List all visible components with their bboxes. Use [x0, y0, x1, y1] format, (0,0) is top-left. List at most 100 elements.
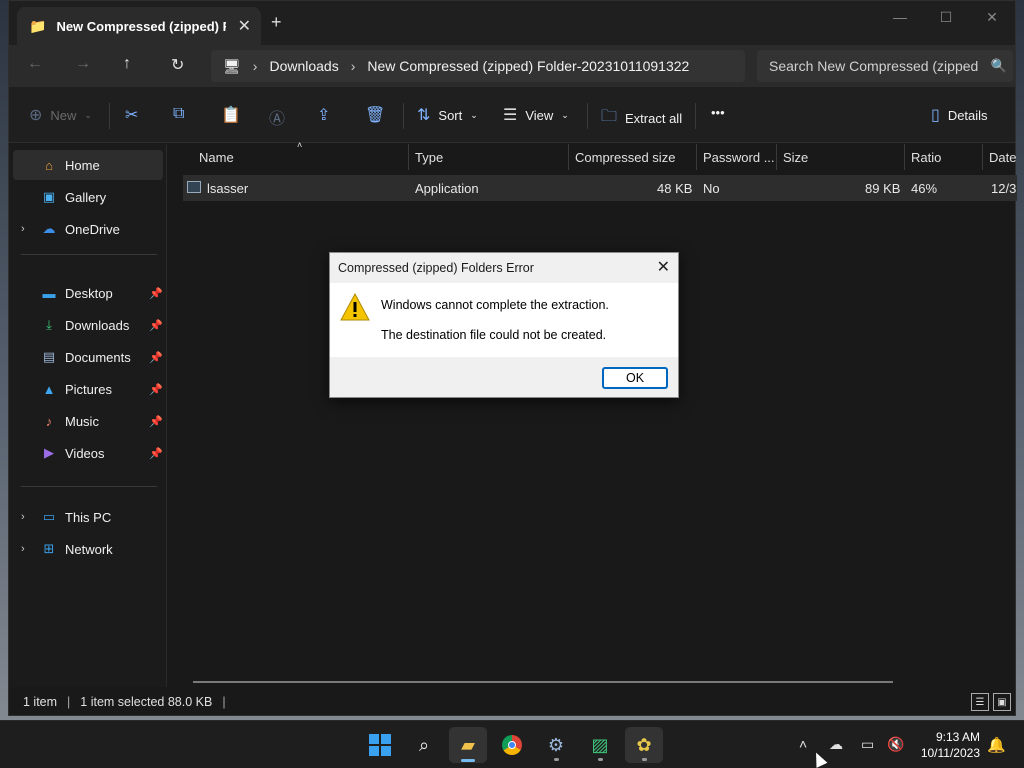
share-button[interactable]: ⇪ — [317, 105, 330, 125]
rename-button[interactable]: Ⓐ — [269, 105, 285, 129]
tiles-view-icon[interactable]: ▣ — [993, 693, 1011, 711]
file-compressed-size: 48 KB — [657, 181, 693, 196]
column-label: Compressed size — [575, 149, 676, 165]
minimize-button[interactable]: — — [877, 1, 923, 33]
new-tab-button[interactable]: + — [271, 12, 282, 33]
search-placeholder: Search New Compressed (zipped — [769, 58, 979, 74]
title-bar: 📁 New Compressed (zipped) Fol ✕ + — ☐ ✕ — [9, 1, 1015, 45]
gear-icon: ⚙ — [547, 734, 565, 755]
up-button[interactable]: ↑ — [123, 55, 131, 73]
file-list: Name ˄ Type Compressed size Password ... … — [167, 140, 1017, 687]
extract-all-button[interactable]: 🗀 Extract all — [601, 105, 682, 132]
forward-button[interactable]: → — [75, 55, 91, 73]
onedrive-tray-icon[interactable]: ☁ — [829, 736, 843, 753]
start-button[interactable] — [361, 727, 399, 763]
chevron-right-icon[interactable]: › — [21, 223, 25, 235]
folder-icon: ▰ — [461, 734, 475, 755]
column-header-ratio[interactable]: Ratio — [905, 144, 983, 170]
breadcrumb-folder[interactable]: New Compressed (zipped) Folder-202310110… — [367, 58, 689, 74]
sidebar-item-label: Home — [65, 157, 100, 173]
sidebar-item-home[interactable]: ⌂ Home — [13, 150, 163, 180]
notification-bell-icon[interactable]: 🔔 — [987, 736, 1006, 754]
column-header-compressed-size[interactable]: Compressed size — [569, 144, 697, 170]
chevron-down-icon: ⌄ — [84, 109, 92, 120]
sidebar-item-downloads[interactable]: ⤓ Downloads 📌 — [13, 310, 163, 340]
details-button[interactable]: ▯ Details — [931, 105, 988, 125]
horizontal-scrollbar[interactable] — [193, 681, 893, 683]
ok-button[interactable]: OK — [602, 367, 668, 389]
dialog-close-icon[interactable]: ✕ — [657, 257, 670, 277]
column-header-name[interactable]: Name ˄ — [193, 140, 409, 170]
chevron-right-icon[interactable]: › — [21, 511, 25, 523]
chevron-right-icon[interactable]: › — [21, 543, 25, 555]
more-options-button[interactable]: ••• — [711, 105, 725, 120]
sidebar-item-videos[interactable]: ▶ Videos 📌 — [13, 438, 163, 468]
delete-button[interactable]: 🗑 — [365, 105, 385, 125]
table-row[interactable]: lsasser Application 48 KB No 89 KB 46% 1… — [183, 175, 1017, 201]
sidebar-item-desktop[interactable]: ▬ Desktop 📌 — [13, 278, 164, 308]
sort-button[interactable]: ⇅ Sort ⌄ — [417, 105, 478, 125]
column-header-size[interactable]: Size — [777, 144, 905, 170]
clock[interactable]: 9:13 AM 10/11/2023 — [921, 729, 980, 761]
file-type: Application — [415, 181, 479, 196]
view-button[interactable]: ☰ View ⌄ — [503, 105, 569, 125]
sidebar-item-pictures[interactable]: ▲ Pictures 📌 — [13, 374, 163, 404]
desktop-icon: ▬ — [42, 285, 56, 301]
maximize-button[interactable]: ☐ — [923, 1, 969, 33]
divider: | — [222, 695, 226, 709]
sidebar-item-gallery[interactable]: ▣ Gallery — [13, 182, 163, 212]
address-bar[interactable]: 🖥 › Downloads › New Compressed (zipped) … — [211, 50, 745, 82]
cut-button[interactable]: ✂ — [125, 105, 138, 125]
sidebar-item-label: Downloads — [65, 317, 130, 333]
back-button[interactable]: ← — [27, 55, 43, 73]
dialog-body: Windows cannot complete the extraction. … — [330, 283, 678, 357]
paste-button[interactable]: 📋 — [221, 105, 241, 125]
refresh-button[interactable]: ↻ — [171, 55, 184, 75]
running-indicator — [598, 758, 603, 761]
view-icon: ☰ — [503, 107, 518, 124]
close-window-button[interactable]: ✕ — [969, 1, 1015, 33]
sidebar-item-this-pc[interactable]: › ▭ This PC — [13, 502, 163, 532]
clock-date: 10/11/2023 — [920, 746, 980, 760]
taskbar-app-chart[interactable]: ▨ — [581, 727, 619, 763]
new-button[interactable]: ⊕ New ⌄ — [29, 105, 92, 125]
taskbar-file-explorer[interactable]: ▰ — [449, 727, 487, 763]
sidebar-item-network[interactable]: › ⊞ Network — [13, 534, 163, 564]
sidebar-item-documents[interactable]: ▤ Documents 📌 — [13, 342, 163, 372]
details-label: Details — [947, 107, 988, 123]
network-tray-icon[interactable]: ▭ — [861, 736, 874, 753]
divider: | — [67, 695, 71, 709]
column-label: Name — [199, 149, 234, 165]
show-hidden-icons-button[interactable]: ˄ — [799, 736, 807, 752]
column-label: Date — [989, 149, 1017, 165]
videos-icon: ▶ — [44, 445, 54, 460]
sidebar-item-music[interactable]: ♪ Music 📌 — [13, 406, 163, 436]
windows-logo-icon — [369, 734, 391, 756]
copy-button[interactable]: ⧉ — [173, 105, 184, 123]
item-count: 1 item — [23, 695, 58, 709]
download-icon: ⤓ — [46, 317, 52, 332]
sidebar-item-label: OneDrive — [65, 221, 120, 237]
search-input[interactable]: Search New Compressed (zipped 🔍 — [757, 50, 1013, 82]
home-icon: ⌂ — [45, 157, 53, 173]
search-button[interactable]: ⌕ — [405, 727, 443, 763]
share-icon: ⇪ — [317, 107, 331, 124]
column-header-password[interactable]: Password ... — [697, 144, 777, 170]
divider — [109, 103, 110, 129]
tab-close-icon[interactable]: ✕ — [238, 16, 251, 36]
breadcrumb-downloads[interactable]: Downloads — [269, 58, 338, 74]
sidebar-item-onedrive[interactable]: › ☁ OneDrive — [13, 214, 163, 244]
tab-current[interactable]: 📁 New Compressed (zipped) Fol ✕ — [17, 7, 261, 45]
file-ratio: 46% — [911, 181, 938, 196]
column-label: Type — [415, 149, 444, 165]
volume-muted-icon[interactable]: 🔇 — [887, 736, 904, 753]
running-indicator — [554, 758, 559, 761]
taskbar-settings[interactable]: ⚙ — [537, 727, 575, 763]
column-header-type[interactable]: Type — [409, 144, 569, 170]
taskbar-chrome[interactable] — [493, 727, 531, 763]
divider — [21, 486, 157, 487]
taskbar-app-bee[interactable]: ✿ — [625, 727, 663, 763]
details-view-icon[interactable]: ☰ — [971, 693, 989, 711]
column-header-date[interactable]: Date — [983, 144, 1017, 170]
taskbar: ⌕ ▰ ⚙ ▨ ✿ ˄ ☁ ▭ 🔇 9:13 AM 10/11/2023 🔔 — [0, 720, 1024, 768]
